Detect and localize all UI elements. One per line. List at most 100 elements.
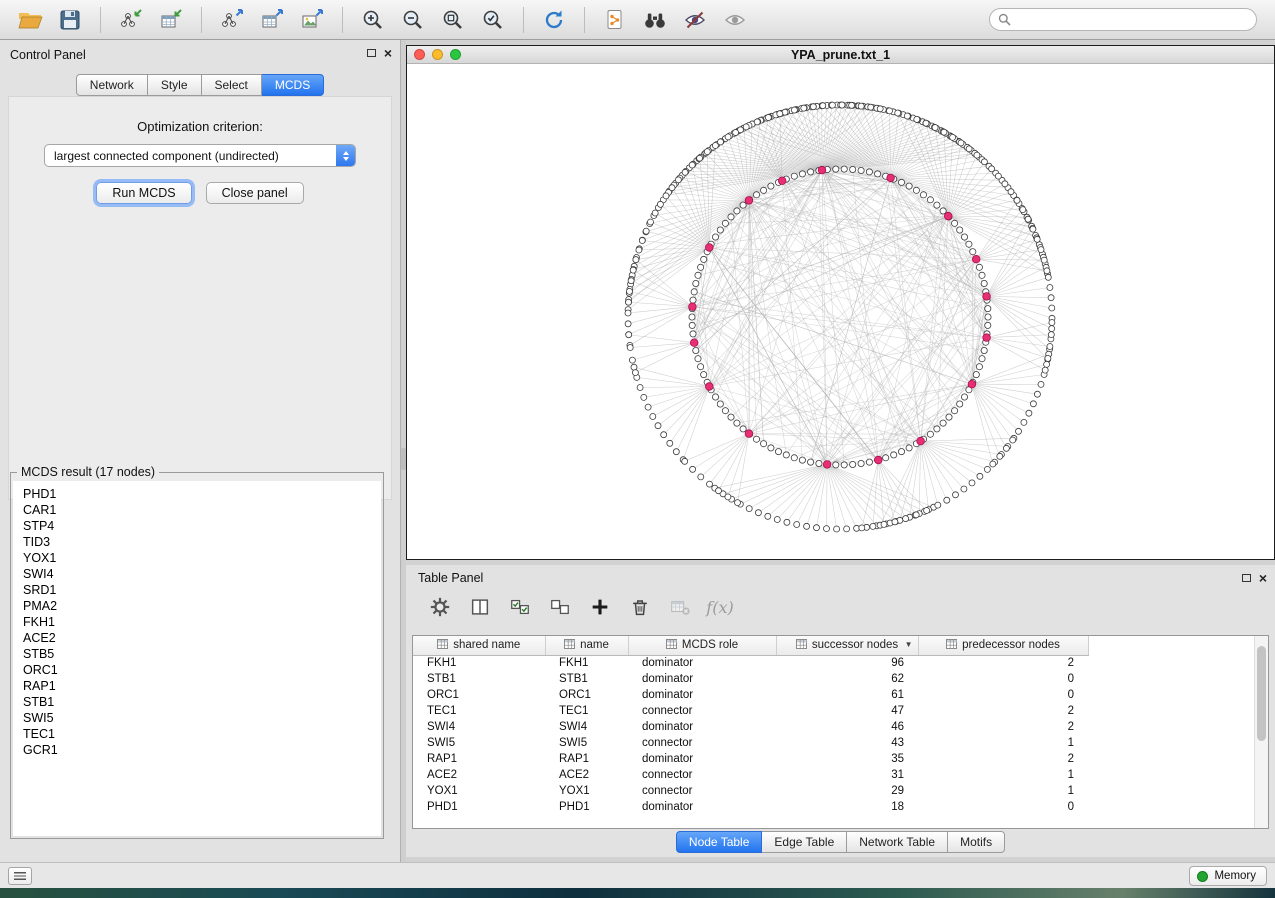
column-header-successor-nodes[interactable]: successor nodes▼ <box>776 636 918 655</box>
export-network-button[interactable] <box>214 4 250 36</box>
table-row[interactable]: YOX1YOX1connector291 <box>413 783 1088 799</box>
binoculars-button[interactable] <box>637 4 673 36</box>
mcds-options-card: Optimization criterion: largest connecte… <box>8 96 392 500</box>
plus-icon <box>589 596 611 618</box>
export-image-button[interactable] <box>294 4 330 36</box>
column-header-MCDS-role[interactable]: MCDS role <box>628 636 776 655</box>
float-panel-icon[interactable] <box>367 49 376 57</box>
open-file-button[interactable] <box>12 4 48 36</box>
mcds-result-item[interactable]: CAR1 <box>23 502 381 518</box>
table-row[interactable]: ORC1ORC1dominator610 <box>413 687 1088 703</box>
memory-button[interactable]: Memory <box>1189 866 1267 886</box>
tab-node-table[interactable]: Node Table <box>676 831 763 853</box>
mcds-result-item[interactable]: STB5 <box>23 646 381 662</box>
export-network-icon <box>220 8 244 32</box>
tab-edge-table[interactable]: Edge Table <box>762 831 847 853</box>
control-panel-header: Control Panel × <box>0 40 400 68</box>
save-button[interactable] <box>52 4 88 36</box>
zoom-fit-button[interactable] <box>435 4 471 36</box>
mcds-result-item[interactable]: STB1 <box>23 694 381 710</box>
table-row[interactable]: SWI4SWI4dominator462 <box>413 719 1088 735</box>
tab-network-table[interactable]: Network Table <box>847 831 948 853</box>
show-all-button[interactable] <box>717 4 753 36</box>
close-table-panel-icon[interactable]: × <box>1259 573 1267 583</box>
export-table-icon <box>260 8 284 32</box>
table-scrollbar[interactable] <box>1254 636 1268 828</box>
table-row[interactable]: ACE2ACE2connector311 <box>413 767 1088 783</box>
mcds-result-list[interactable]: PHD1CAR1STP4TID3YOX1SWI4SRD1PMA2FKH1ACE2… <box>13 481 381 836</box>
gear-icon <box>429 596 451 618</box>
zoom-out-button[interactable] <box>395 4 431 36</box>
criterion-dropdown-value: largest connected component (undirected) <box>54 149 279 163</box>
mcds-result-item[interactable]: SWI4 <box>23 566 381 582</box>
criterion-dropdown[interactable]: largest connected component (undirected) <box>44 144 356 167</box>
task-history-button[interactable] <box>8 867 32 885</box>
zoom-out-icon <box>401 8 425 32</box>
toolbar-separator <box>342 7 343 33</box>
import-table-button[interactable] <box>153 4 189 36</box>
mcds-result-item[interactable]: ACE2 <box>23 630 381 646</box>
network-graph[interactable] <box>407 65 1274 559</box>
table-toolbar: f(x) <box>406 587 1275 627</box>
tab-network[interactable]: Network <box>76 74 148 96</box>
close-panel-icon[interactable]: × <box>384 48 392 58</box>
save-icon <box>58 8 82 32</box>
table-row[interactable]: FKH1FKH1dominator962 <box>413 655 1088 671</box>
table-row[interactable]: SWI5SWI5connector431 <box>413 735 1088 751</box>
table-row[interactable]: PHD1PHD1dominator180 <box>413 799 1088 815</box>
mcds-result-item[interactable]: SWI5 <box>23 710 381 726</box>
mcds-result-item[interactable]: RAP1 <box>23 678 381 694</box>
import-network-button[interactable] <box>113 4 149 36</box>
scrollbar-thumb[interactable] <box>1257 646 1266 741</box>
mcds-result-item[interactable]: TID3 <box>23 534 381 550</box>
mcds-result-item[interactable]: SRD1 <box>23 582 381 598</box>
delete-table-button[interactable] <box>668 595 692 619</box>
refresh-button[interactable] <box>536 4 572 36</box>
delete-column-button[interactable] <box>628 595 652 619</box>
column-header-name[interactable]: name <box>545 636 628 655</box>
table-row[interactable]: TEC1TEC1connector472 <box>413 703 1088 719</box>
desktop-wallpaper-strip <box>0 888 1275 898</box>
mcds-result-item[interactable]: PHD1 <box>23 486 381 502</box>
function-builder-button[interactable]: f(x) <box>708 595 732 619</box>
close-panel-button[interactable]: Close panel <box>206 182 304 204</box>
tab-style[interactable]: Style <box>148 74 202 96</box>
tab-select[interactable]: Select <box>202 74 262 96</box>
tab-motifs[interactable]: Motifs <box>948 831 1005 853</box>
add-column-button[interactable] <box>588 595 612 619</box>
mcds-result-item[interactable]: STP4 <box>23 518 381 534</box>
mcds-result-item[interactable]: PMA2 <box>23 598 381 614</box>
table-row[interactable]: RAP1RAP1dominator352 <box>413 751 1088 767</box>
mcds-result-item[interactable]: ORC1 <box>23 662 381 678</box>
select-all-button[interactable] <box>508 595 532 619</box>
float-table-panel-icon[interactable] <box>1242 574 1251 582</box>
export-table-button[interactable] <box>254 4 290 36</box>
mcds-result-title: MCDS result (17 nodes) <box>17 465 159 479</box>
tab-mcds[interactable]: MCDS <box>262 74 324 96</box>
mcds-result-item[interactable]: GCR1 <box>23 742 381 758</box>
memory-status-icon <box>1197 871 1208 882</box>
application-window: Control Panel × NetworkStyleSelectMCDS O… <box>0 0 1275 898</box>
run-mcds-button[interactable]: Run MCDS <box>96 182 191 204</box>
search-field[interactable] <box>989 8 1257 31</box>
hide-selected-button[interactable] <box>677 4 713 36</box>
main-toolbar <box>0 0 1275 40</box>
show-columns-button[interactable] <box>468 595 492 619</box>
status-bar: Memory <box>0 862 1275 888</box>
deselect-all-button[interactable] <box>548 595 572 619</box>
zoom-in-button[interactable] <box>355 4 391 36</box>
mcds-result-item[interactable]: FKH1 <box>23 614 381 630</box>
table-panel-header: Table Panel × <box>406 565 1275 587</box>
eye-slash-icon <box>683 8 707 32</box>
network-window-titlebar[interactable]: YPA_prune.txt_1 <box>407 46 1274 64</box>
mcds-result-item[interactable]: YOX1 <box>23 550 381 566</box>
toolbar-separator <box>584 7 585 33</box>
column-header-shared-name[interactable]: shared name <box>413 636 545 655</box>
column-header-predecessor-nodes[interactable]: predecessor nodes <box>918 636 1088 655</box>
share-network-button[interactable] <box>597 4 633 36</box>
table-row[interactable]: STB1STB1dominator620 <box>413 671 1088 687</box>
mcds-result-item[interactable]: TEC1 <box>23 726 381 742</box>
zoom-selected-button[interactable] <box>475 4 511 36</box>
table-settings-button[interactable] <box>428 595 452 619</box>
search-input[interactable] <box>1016 13 1248 27</box>
